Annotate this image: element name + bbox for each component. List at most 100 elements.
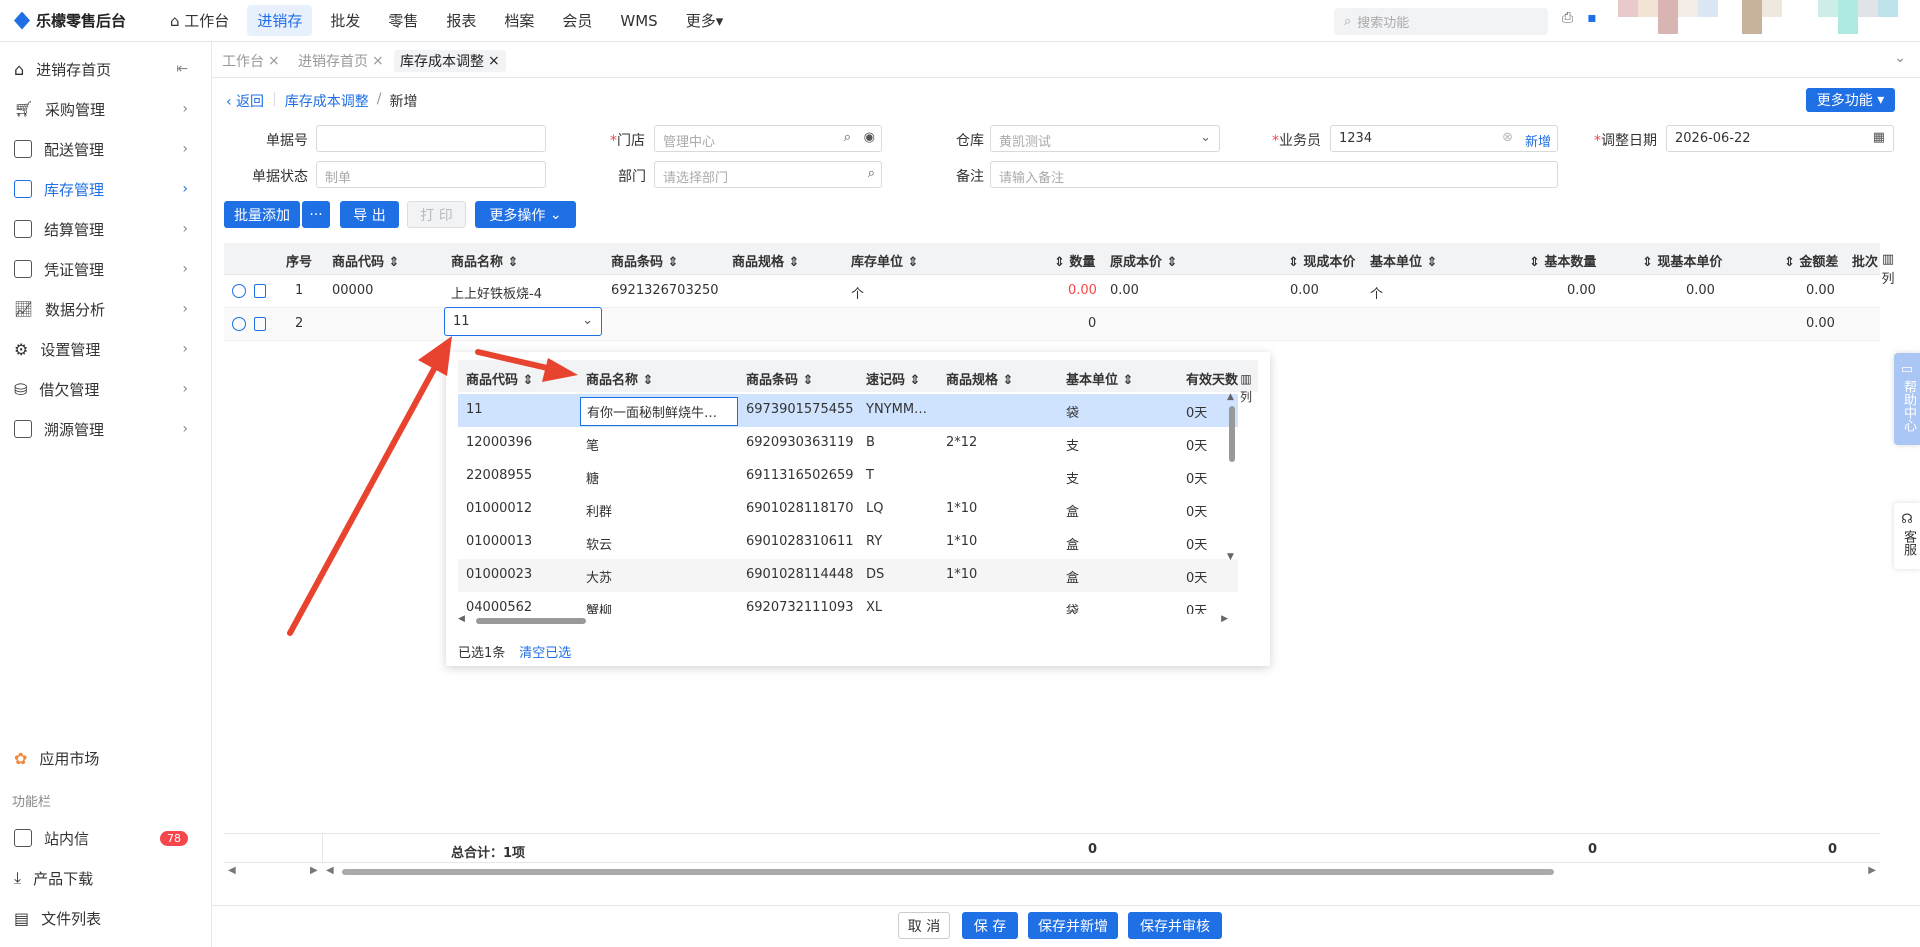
- store-input[interactable]: 管理中心 ⌕ ◉: [654, 125, 882, 152]
- scroll-left-icon[interactable]: ◀: [326, 865, 334, 876]
- nav-wms[interactable]: WMS: [610, 7, 667, 35]
- cancel-button[interactable]: 取 消: [898, 912, 950, 939]
- th-new-cost[interactable]: ⇕ 现成本价: [1288, 251, 1355, 270]
- dd-th-name[interactable]: 商品名称 ⇕: [586, 369, 653, 388]
- salesman-input[interactable]: 1234 ⊗ 新增: [1330, 125, 1558, 152]
- breadcrumb-parent[interactable]: 库存成本调整: [285, 91, 369, 111]
- chevron-down-icon[interactable]: ⌄: [1894, 50, 1906, 66]
- dropdown-vscroll[interactable]: ▲ ▼: [1226, 392, 1238, 567]
- th-name[interactable]: 商品名称 ⇕: [451, 251, 518, 270]
- dd-th-shortcode[interactable]: 速记码 ⇕: [866, 369, 920, 388]
- th-barcode[interactable]: 商品条码 ⇕: [611, 251, 678, 270]
- customer-service-button[interactable]: ☊ 客服: [1894, 503, 1920, 569]
- warehouse-select[interactable]: 黄凯测试 ⌄: [990, 125, 1220, 152]
- back-link[interactable]: ‹ 返回: [226, 91, 264, 111]
- add-row-icon[interactable]: [232, 284, 246, 298]
- app-icon[interactable]: ▪: [1587, 10, 1597, 26]
- scroll-up-icon[interactable]: ▲: [1227, 392, 1234, 402]
- date-input[interactable]: 2026-06-22 ▦: [1666, 125, 1894, 152]
- scroll-right-icon[interactable]: ▶: [1221, 614, 1228, 624]
- sidebar-item-inventory-home[interactable]: ⌂ 进销存首页 ⇤: [0, 49, 212, 89]
- delete-row-icon[interactable]: [254, 317, 266, 331]
- search-icon[interactable]: ⌕: [868, 166, 875, 181]
- dd-th-code[interactable]: 商品代码 ⇕: [466, 369, 533, 388]
- nav-wholesale[interactable]: 批发: [320, 5, 370, 36]
- sidebar-item-purchase[interactable]: 🛒︎ 采购管理 ›: [0, 89, 212, 129]
- product-name-select[interactable]: 11 ⌄: [444, 307, 602, 336]
- sidebar-item-files[interactable]: ▤ 文件列表: [0, 898, 212, 938]
- doc-no-input[interactable]: [316, 125, 546, 152]
- sidebar-item-debt[interactable]: ⛁ 借欠管理 ›: [0, 369, 212, 409]
- th-stock-unit[interactable]: 库存单位 ⇕: [851, 251, 918, 270]
- th-base-unit[interactable]: 基本单位 ⇕: [1370, 251, 1437, 270]
- nav-member[interactable]: 会员: [552, 5, 602, 36]
- scroll-left-icon[interactable]: ◀: [228, 865, 236, 876]
- save-and-audit-button[interactable]: 保存并审核: [1128, 912, 1222, 939]
- th-code[interactable]: 商品代码 ⇕: [332, 251, 399, 270]
- add-row-icon[interactable]: [232, 317, 246, 331]
- dropdown-list-item[interactable]: 01000013 软云 6901028310611 RY 1*10 盒 0天: [458, 526, 1238, 559]
- app-logo[interactable]: 乐檬零售后台: [0, 10, 150, 31]
- dropdown-hscroll[interactable]: ◀ ▶: [458, 614, 1228, 626]
- function-search-input[interactable]: ⌕ 搜索功能: [1334, 8, 1548, 35]
- scroll-down-icon[interactable]: ▼: [1227, 552, 1234, 562]
- salesman-add-link[interactable]: 新增: [1525, 131, 1551, 150]
- close-icon[interactable]: ×: [268, 53, 280, 69]
- user-avatar-area[interactable]: [1618, 0, 1898, 34]
- sidebar-item-download[interactable]: ⤓ 产品下载: [0, 858, 212, 898]
- dd-th-spec[interactable]: 商品规格 ⇕: [946, 369, 1013, 388]
- help-center-button[interactable]: ▭ 帮助中心: [1894, 353, 1920, 445]
- nav-more[interactable]: 更多▾: [676, 5, 734, 36]
- tab-cost-adjust[interactable]: 库存成本调整 ×: [394, 50, 506, 72]
- sidebar-item-inbox[interactable]: 站内信 78: [0, 818, 212, 858]
- th-qty[interactable]: ⇕ 数量: [1054, 251, 1095, 270]
- nav-workbench[interactable]: ⌂ 工作台: [160, 5, 239, 36]
- more-functions-button[interactable]: 更多功能 ▾: [1806, 88, 1895, 112]
- th-base-price[interactable]: ⇕ 现基本单价: [1642, 251, 1722, 270]
- nav-report[interactable]: 报表: [436, 5, 486, 36]
- close-icon[interactable]: ×: [488, 53, 500, 69]
- cell-qty[interactable]: 0: [1088, 316, 1096, 331]
- sidebar-item-distribution[interactable]: 配送管理 ›: [0, 129, 212, 169]
- calendar-icon[interactable]: ▦: [1873, 130, 1885, 145]
- dropdown-list-item[interactable]: 22008955 糖 6911316502659 T 支 0天: [458, 460, 1238, 493]
- batch-add-more-button[interactable]: ···: [302, 201, 330, 228]
- column-settings-button[interactable]: ▥ 列: [1878, 250, 1898, 290]
- clear-selected-link[interactable]: 清空已选: [519, 642, 571, 661]
- more-operations-button[interactable]: 更多操作 ⌄: [475, 201, 576, 228]
- batch-add-button[interactable]: 批量添加: [224, 201, 300, 228]
- dd-th-barcode[interactable]: 商品条码 ⇕: [746, 369, 813, 388]
- th-base-qty[interactable]: ⇕ 基本数量: [1529, 251, 1596, 270]
- dept-input[interactable]: 请选择部门 ⌕: [654, 161, 882, 188]
- search-icon[interactable]: ⌕: [844, 130, 851, 145]
- delete-row-icon[interactable]: [254, 284, 266, 298]
- remark-input[interactable]: 请输入备注: [990, 161, 1558, 188]
- th-old-cost[interactable]: 原成本价 ⇕: [1110, 251, 1177, 270]
- cell-new-cost[interactable]: 0.00: [1290, 283, 1319, 298]
- tab-workbench[interactable]: 工作台 ×: [216, 50, 286, 72]
- scroll-left-icon[interactable]: ◀: [458, 614, 465, 624]
- sidebar-item-analysis[interactable]: 📈︎ 数据分析 ›: [0, 289, 212, 329]
- tab-inventory-home[interactable]: 进销存首页 ×: [292, 50, 390, 72]
- sidebar-item-trace[interactable]: 溯源管理 ›: [0, 409, 212, 449]
- eye-icon[interactable]: ◉: [864, 130, 875, 145]
- th-spec[interactable]: 商品规格 ⇕: [732, 251, 799, 270]
- dropdown-list-item[interactable]: 11 有你一面秘制鲜烧牛… 6973901575455 YNYMM… 袋 0天: [458, 394, 1238, 427]
- dd-th-unit[interactable]: 基本单位 ⇕: [1066, 369, 1133, 388]
- sidebar-item-settlement[interactable]: 结算管理 ›: [0, 209, 212, 249]
- nav-retail[interactable]: 零售: [378, 5, 428, 36]
- scroll-right-icon[interactable]: ▶: [310, 865, 318, 876]
- sidebar-item-settings[interactable]: ⚙ 设置管理 ›: [0, 329, 212, 369]
- cell-qty[interactable]: 0.00: [1068, 283, 1097, 298]
- close-icon[interactable]: ×: [372, 53, 384, 69]
- dropdown-list-item[interactable]: 12000396 笔 6920930363119 B 2*12 支 0天: [458, 427, 1238, 460]
- save-and-new-button[interactable]: 保存并新增: [1028, 912, 1118, 939]
- clear-icon[interactable]: ⊗: [1502, 130, 1513, 145]
- dropdown-list-item[interactable]: 04000562 蟹柳 6920732111093 XL 袋 0天: [458, 592, 1238, 614]
- nav-inventory[interactable]: 进销存: [247, 5, 313, 36]
- scroll-right-icon[interactable]: ▶: [1868, 865, 1876, 876]
- sidebar-item-voucher[interactable]: 凭证管理 ›: [0, 249, 212, 289]
- cell-name[interactable]: 上上好铁板烧-4: [451, 283, 542, 302]
- dropdown-list-item[interactable]: 01000023 大苏 6901028114448 DS 1*10 盒 0天: [458, 559, 1238, 592]
- collapse-icon[interactable]: ⇤: [176, 61, 188, 77]
